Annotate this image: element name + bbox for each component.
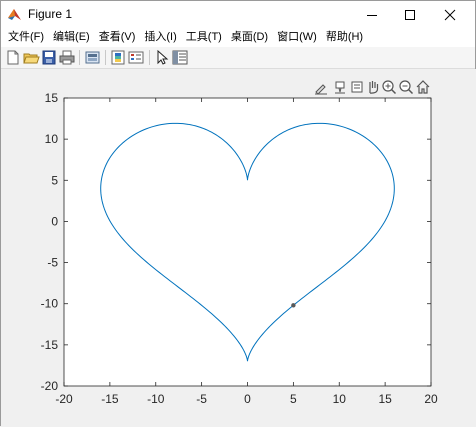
x-tick-label: -20 bbox=[55, 392, 73, 406]
pan-icon[interactable] bbox=[365, 79, 381, 95]
zoom-out-icon[interactable] bbox=[398, 79, 414, 95]
y-tick-label: -15 bbox=[41, 338, 59, 352]
x-tick-label: 0 bbox=[244, 392, 251, 406]
y-tick-label: -10 bbox=[41, 297, 59, 311]
y-tick-label: -5 bbox=[47, 256, 58, 270]
rotate-icon[interactable] bbox=[349, 79, 365, 95]
y-tick-label: 5 bbox=[51, 173, 58, 187]
y-tick-label: 0 bbox=[51, 214, 58, 228]
zoom-in-icon[interactable] bbox=[381, 79, 397, 95]
x-tick-label: 10 bbox=[333, 392, 347, 406]
x-tick-label: 15 bbox=[378, 392, 392, 406]
figure-window: Figure 1 文件(F) 编辑(E) 查看(V) 插入(I) 工具(T) 桌… bbox=[0, 0, 476, 427]
x-tick-label: -5 bbox=[196, 392, 207, 406]
x-tick-label: -10 bbox=[147, 392, 165, 406]
data-tips-icon[interactable] bbox=[332, 79, 348, 95]
axes-background[interactable] bbox=[64, 98, 431, 386]
y-tick-label: 10 bbox=[45, 132, 59, 146]
x-tick-label: 5 bbox=[290, 392, 297, 406]
brush-icon[interactable] bbox=[313, 79, 329, 95]
data-point-marker[interactable] bbox=[291, 303, 296, 308]
line-plot[interactable]: -20 -15 -10 -5 0 5 10 15 20 -20 -15 -10 -5 0 5 10 15 bbox=[1, 1, 476, 427]
home-icon[interactable] bbox=[415, 79, 431, 95]
x-tick-label: 20 bbox=[424, 392, 438, 406]
x-tick-label: -15 bbox=[101, 392, 119, 406]
y-tick-label: 15 bbox=[45, 91, 59, 105]
y-tick-label: -20 bbox=[41, 379, 59, 393]
